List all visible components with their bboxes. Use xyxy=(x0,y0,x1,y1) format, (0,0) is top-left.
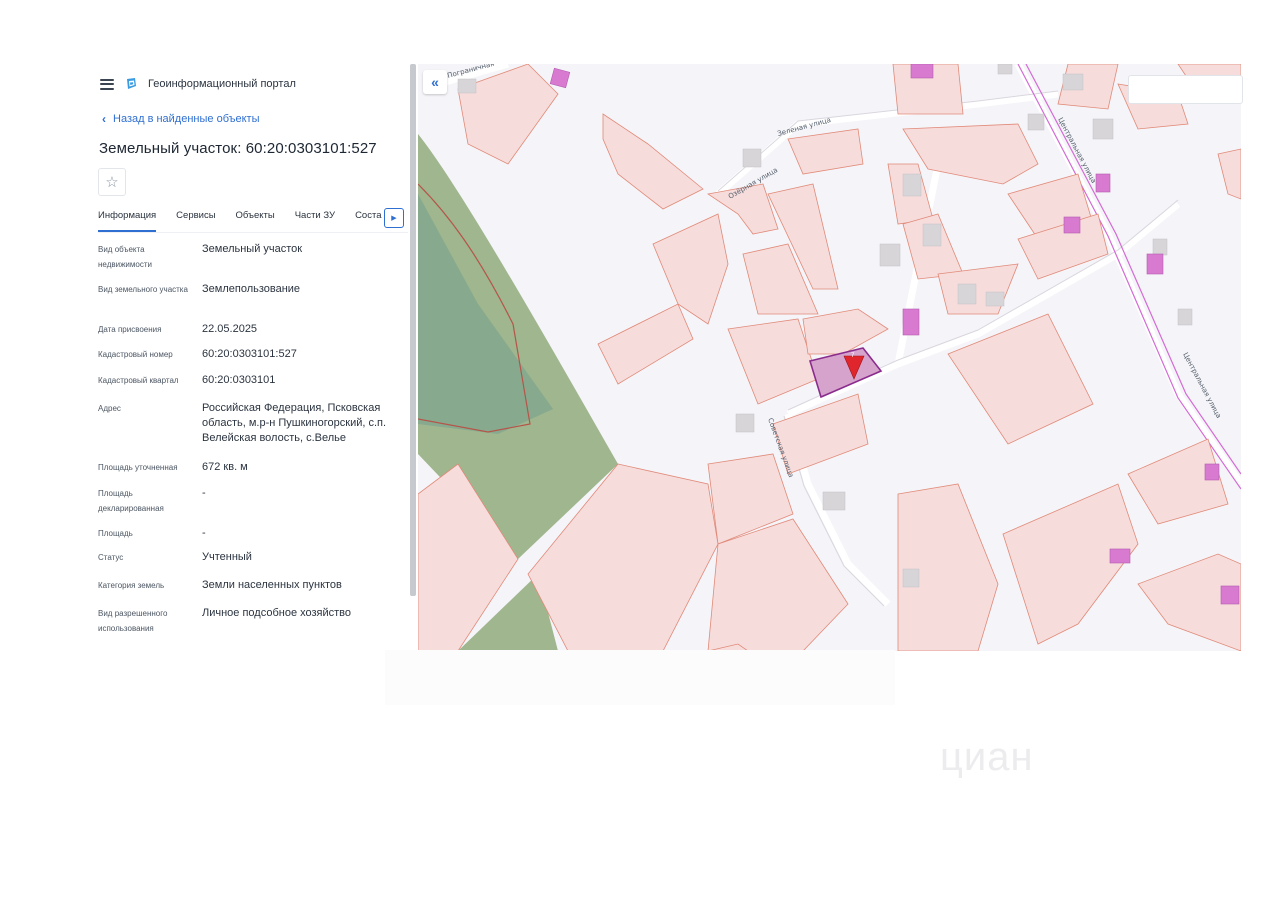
building xyxy=(985,291,1005,307)
info-value: - xyxy=(202,487,206,499)
pin-label: 7 xyxy=(851,353,855,359)
parcel xyxy=(602,113,704,210)
info-value: 60:20:0303101:527 xyxy=(202,348,297,360)
building xyxy=(1095,173,1111,193)
info-label: Дата присвоения xyxy=(98,325,162,334)
parcel xyxy=(902,123,1039,185)
building xyxy=(742,148,762,168)
info-value: 22.05.2025 xyxy=(202,323,258,335)
tab-composition[interactable]: Соста xyxy=(355,210,381,232)
info-label: Кадастровый квартал xyxy=(98,376,179,385)
building xyxy=(922,223,942,247)
building xyxy=(1063,216,1081,234)
building xyxy=(1146,253,1164,275)
parcel xyxy=(1217,148,1241,200)
building xyxy=(879,243,901,267)
star-icon[interactable]: ☆ xyxy=(98,168,126,196)
building xyxy=(910,64,934,79)
tab-information[interactable]: Информация xyxy=(98,210,157,232)
info-label: Статус xyxy=(98,553,124,562)
building xyxy=(1062,73,1084,91)
menu-icon[interactable] xyxy=(100,78,114,90)
cadastral-map[interactable]: Пограничная Зеленая улица Озёрная улица … xyxy=(418,64,1241,651)
tab-objects[interactable]: Объекты xyxy=(236,210,275,232)
building xyxy=(1177,308,1193,326)
back-to-results-link[interactable]: ‹ Назад в найденные объекты xyxy=(102,112,260,126)
parcel xyxy=(802,308,889,355)
chevron-right-icon[interactable]: ▶ xyxy=(384,208,404,228)
info-label: Категория земель xyxy=(98,581,165,590)
building xyxy=(1109,548,1131,564)
info-value: 60:20:0303101 xyxy=(202,374,276,386)
info-label: Площадь уточненная xyxy=(98,463,178,472)
building xyxy=(957,283,977,305)
building xyxy=(902,568,920,588)
building xyxy=(549,67,571,89)
building xyxy=(1220,585,1240,605)
info-value: Земельный участок xyxy=(202,243,303,255)
info-label: Площадь xyxy=(98,529,133,538)
chevron-left-icon: ‹ xyxy=(102,112,106,126)
info-label: Вид разрешенного использования xyxy=(98,609,168,633)
parcel xyxy=(1002,483,1139,645)
object-title: Земельный участок: 60:20:0303101:527 xyxy=(99,140,377,157)
building xyxy=(997,64,1013,75)
info-panel: Геоинформационный портал ‹ Назад в найде… xyxy=(88,64,418,654)
info-label: Вид объекта недвижимости xyxy=(98,245,152,269)
info-value: Земли населенных пунктов xyxy=(202,579,342,591)
map-canvas[interactable]: Пограничная Зеленая улица Озёрная улица … xyxy=(418,64,1241,651)
tab-services[interactable]: Сервисы xyxy=(176,210,215,232)
building xyxy=(457,78,477,94)
portal-title: Геоинформационный портал xyxy=(148,78,296,90)
info-value: Российская Федерация, Псковская область,… xyxy=(202,402,387,444)
panel-scrollbar[interactable] xyxy=(410,64,416,596)
info-value: Землепользование xyxy=(202,283,301,295)
parcel xyxy=(1127,438,1229,525)
building xyxy=(902,173,922,197)
building xyxy=(735,413,755,433)
building xyxy=(1027,113,1045,131)
info-value: Личное подсобное хозяйство xyxy=(202,607,352,619)
building xyxy=(1204,463,1220,481)
watermark: циан xyxy=(940,735,1034,779)
background-area xyxy=(385,650,895,705)
tab-parts[interactable]: Части ЗУ xyxy=(295,210,335,232)
double-chevron-left-icon[interactable]: « xyxy=(423,70,447,94)
info-label: Кадастровый номер xyxy=(98,350,173,359)
info-value: 672 кв. м xyxy=(202,461,248,473)
info-label: Вид земельного участка xyxy=(98,285,188,294)
map-search-box[interactable] xyxy=(1128,75,1243,104)
info-value: Учтенный xyxy=(202,551,252,563)
parcel xyxy=(597,303,694,385)
building xyxy=(822,491,846,511)
building xyxy=(1152,238,1168,256)
info-value: - xyxy=(202,527,206,539)
building xyxy=(902,308,920,336)
portal-logo-icon xyxy=(127,78,136,89)
info-label: Адрес xyxy=(98,404,121,413)
parcel xyxy=(787,128,864,175)
building xyxy=(1092,118,1114,140)
info-label: Площадь декларированная xyxy=(98,489,164,513)
parcel xyxy=(652,213,729,325)
app-header: Геоинформационный портал xyxy=(100,74,296,94)
back-link-label: Назад в найденные объекты xyxy=(113,113,260,125)
tab-bar: Информация Сервисы Объекты Части ЗУ Сост… xyxy=(98,210,408,233)
parcel xyxy=(897,483,999,651)
